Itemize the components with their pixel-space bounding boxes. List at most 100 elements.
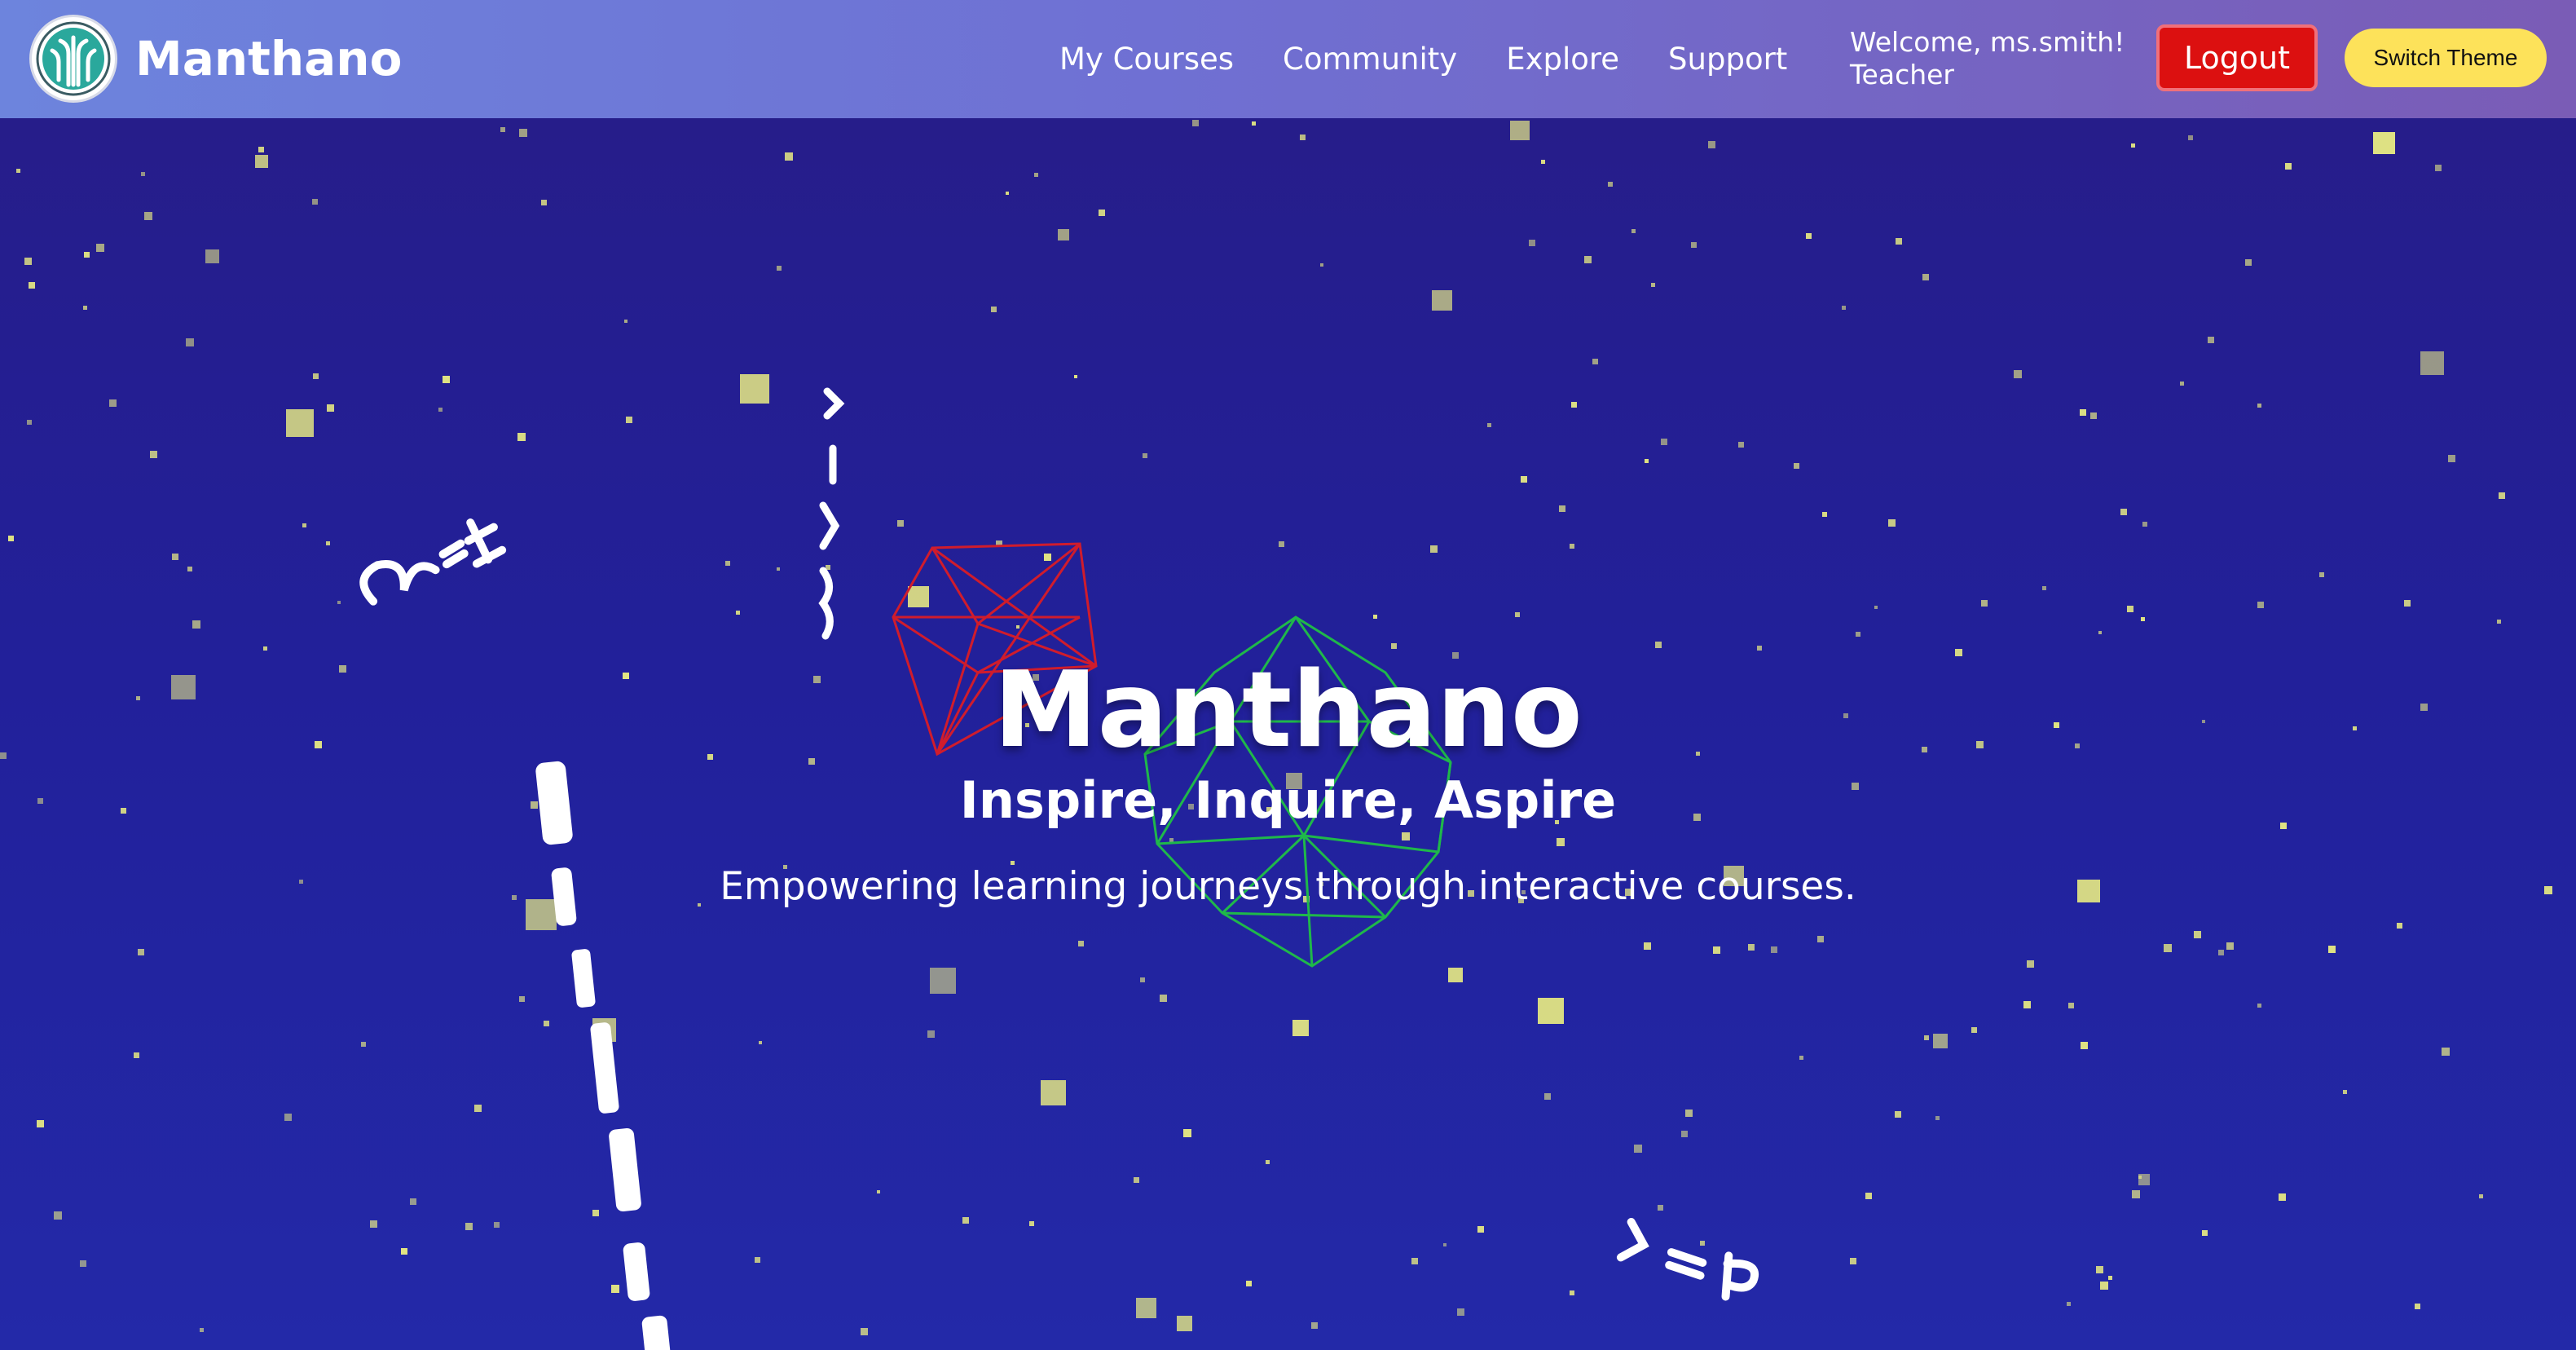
particle bbox=[370, 1220, 377, 1228]
particle bbox=[2127, 606, 2133, 612]
particle bbox=[134, 1052, 139, 1058]
particle bbox=[200, 1328, 204, 1332]
particle bbox=[2081, 1042, 2088, 1049]
particle bbox=[2100, 1282, 2108, 1290]
particle bbox=[2068, 1003, 2074, 1008]
particle bbox=[1160, 995, 1167, 1002]
nav-support[interactable]: Support bbox=[1668, 42, 1787, 77]
particle bbox=[2080, 409, 2086, 416]
particle bbox=[2373, 132, 2395, 154]
particle bbox=[1865, 1193, 1872, 1199]
particle bbox=[2120, 509, 2127, 515]
particle bbox=[736, 611, 740, 615]
particle bbox=[2142, 522, 2147, 527]
particle bbox=[96, 244, 104, 252]
particle bbox=[1631, 229, 1636, 233]
particle bbox=[2499, 492, 2505, 499]
particle bbox=[2328, 946, 2336, 953]
particle bbox=[1402, 832, 1410, 840]
particle bbox=[2257, 1004, 2261, 1008]
particle bbox=[991, 307, 997, 312]
particle bbox=[1169, 838, 1174, 842]
particle bbox=[930, 968, 956, 994]
particle bbox=[544, 1021, 549, 1026]
particle bbox=[1177, 1316, 1192, 1331]
hero-section: Manthano Inspire, Inquire, Aspire Empowe… bbox=[0, 118, 2576, 1350]
particle bbox=[777, 266, 782, 271]
particle bbox=[2090, 412, 2097, 419]
particle bbox=[2497, 620, 2501, 624]
particle bbox=[1874, 606, 1878, 609]
particle bbox=[1320, 263, 1323, 267]
particle bbox=[84, 252, 90, 258]
particle bbox=[37, 1120, 44, 1127]
particle bbox=[1559, 505, 1565, 512]
particle bbox=[312, 199, 318, 205]
particle bbox=[80, 1260, 86, 1267]
particle bbox=[1300, 135, 1306, 140]
particle bbox=[2098, 631, 2102, 634]
particle bbox=[2132, 1190, 2140, 1198]
particle bbox=[54, 1211, 62, 1220]
particle bbox=[1006, 192, 1009, 195]
particle bbox=[2343, 1090, 2347, 1094]
user-role: Teacher bbox=[1850, 59, 1955, 90]
particle bbox=[2042, 586, 2046, 590]
particle bbox=[302, 523, 306, 527]
particle bbox=[592, 1210, 599, 1216]
particle bbox=[2194, 931, 2201, 938]
particle bbox=[286, 409, 314, 437]
page: Manthano My Courses Community Explore Su… bbox=[0, 0, 2576, 1350]
particle bbox=[1029, 1221, 1034, 1226]
particle bbox=[1557, 838, 1565, 846]
particle bbox=[1771, 946, 1777, 953]
hero-description: Empowering learning journeys through int… bbox=[720, 864, 1856, 909]
logout-button[interactable]: Logout bbox=[2156, 24, 2318, 91]
nav-community[interactable]: Community bbox=[1283, 42, 1457, 77]
particle bbox=[1794, 463, 1799, 469]
particle bbox=[1477, 1226, 1484, 1233]
hero-subtitle: Inspire, Inquire, Aspire bbox=[959, 770, 1617, 830]
particle bbox=[519, 129, 527, 137]
particle bbox=[27, 420, 32, 425]
particle bbox=[1510, 121, 1530, 140]
nav-my-courses[interactable]: My Courses bbox=[1059, 42, 1234, 77]
particle bbox=[897, 520, 904, 527]
particle bbox=[1529, 240, 1535, 246]
particle bbox=[1645, 459, 1649, 463]
particle bbox=[1856, 632, 1860, 637]
particle bbox=[2067, 1302, 2071, 1306]
particle bbox=[1541, 160, 1545, 164]
particle bbox=[327, 404, 334, 412]
hero-title: Manthano bbox=[993, 650, 1583, 771]
particle bbox=[1538, 998, 1564, 1024]
particle bbox=[1661, 439, 1667, 445]
particle bbox=[2257, 602, 2264, 608]
particle bbox=[877, 1190, 880, 1193]
particle bbox=[517, 433, 526, 441]
particle bbox=[2218, 950, 2224, 955]
particle bbox=[755, 1257, 760, 1263]
particle bbox=[109, 399, 117, 407]
brand[interactable]: Manthano bbox=[29, 13, 402, 104]
particle bbox=[1691, 242, 1697, 248]
particle bbox=[500, 127, 505, 132]
particle bbox=[1888, 519, 1896, 527]
particle bbox=[284, 1114, 292, 1121]
particle bbox=[443, 376, 450, 383]
particle bbox=[2027, 960, 2034, 968]
particle bbox=[1634, 1145, 1642, 1153]
particle bbox=[1584, 256, 1592, 263]
nav-explore[interactable]: Explore bbox=[1506, 42, 1619, 77]
switch-theme-button[interactable]: Switch Theme bbox=[2345, 29, 2547, 87]
particle bbox=[2420, 351, 2444, 375]
particle bbox=[1592, 359, 1598, 364]
particle bbox=[1896, 238, 1902, 245]
particle bbox=[1644, 942, 1651, 950]
particle bbox=[1570, 544, 1574, 549]
particle bbox=[611, 1285, 619, 1293]
particle bbox=[1651, 283, 1655, 287]
particle bbox=[1748, 944, 1755, 951]
particle bbox=[2397, 923, 2402, 929]
particle bbox=[187, 567, 192, 571]
